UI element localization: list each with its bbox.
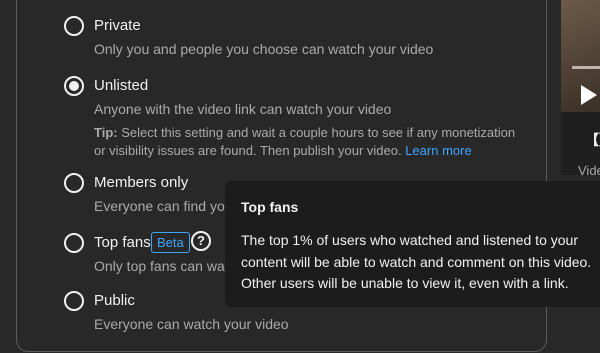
option-public-description: Everyone can watch your video bbox=[94, 316, 289, 332]
option-members-only-description: Everyone can find your bbox=[94, 198, 238, 214]
option-top-fans-label: Top fans bbox=[94, 234, 151, 251]
radio-public[interactable] bbox=[64, 291, 84, 311]
option-unlisted-description: Anyone with the video link can watch you… bbox=[94, 101, 392, 117]
tip-label: Tip: bbox=[94, 125, 118, 140]
radio-unlisted[interactable] bbox=[64, 76, 84, 96]
learn-more-link[interactable]: Learn more bbox=[405, 143, 471, 158]
beta-badge: Beta bbox=[151, 232, 190, 253]
preview-caption: Vide bbox=[578, 163, 600, 178]
preview-badge: 【】 bbox=[585, 132, 600, 148]
radio-private[interactable] bbox=[64, 16, 84, 36]
option-top-fans-description: Only top fans can watc bbox=[94, 258, 236, 274]
tooltip-body: The top 1% of users who watched and list… bbox=[241, 232, 592, 291]
option-private-label: Private bbox=[94, 17, 141, 34]
option-public-label: Public bbox=[94, 292, 135, 309]
radio-members-only[interactable] bbox=[64, 173, 84, 193]
unlisted-tip: Tip: Select this setting and wait a coup… bbox=[94, 124, 524, 160]
help-icon[interactable]: ? bbox=[191, 231, 211, 251]
option-private-description: Only you and people you choose can watch… bbox=[94, 41, 434, 57]
radio-top-fans[interactable] bbox=[64, 233, 84, 253]
tooltip-title: Top fans bbox=[241, 199, 299, 215]
thumbnail-progress-bar bbox=[572, 66, 600, 69]
top-fans-tooltip: Top fans The top 1% of users who watched… bbox=[225, 181, 600, 307]
play-icon[interactable] bbox=[581, 85, 597, 105]
option-members-only-label: Members only bbox=[94, 174, 189, 191]
option-unlisted-label: Unlisted bbox=[94, 77, 149, 94]
